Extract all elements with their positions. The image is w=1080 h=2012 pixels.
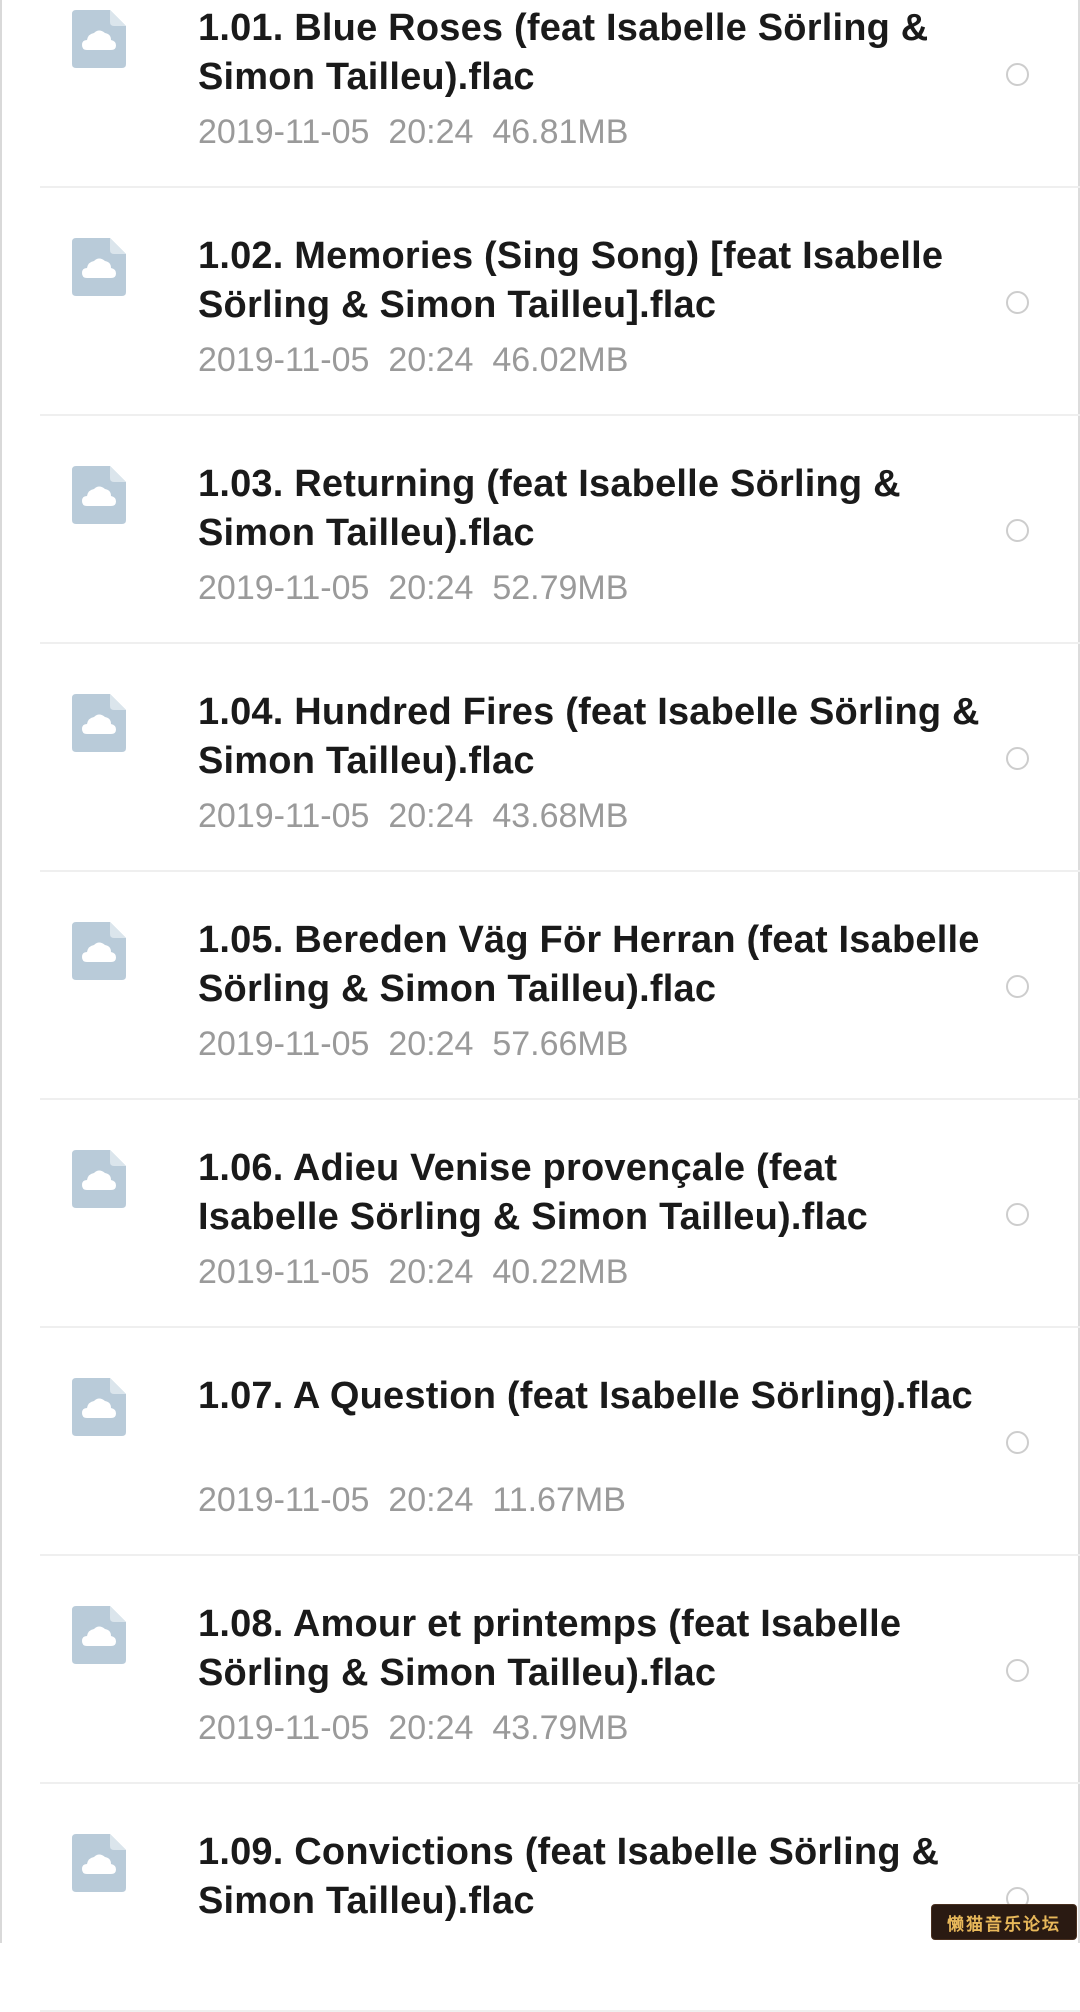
file-name: 1.05. Bereden Väg För Herran (feat Isabe… (198, 919, 980, 1010)
file-date: 2019-11-05 (198, 797, 370, 835)
file-size: 11.67MB (492, 1481, 626, 1519)
cloud-file-icon (72, 1150, 126, 1208)
select-radio-button[interactable] (1006, 291, 1029, 314)
file-size: 46.02MB (492, 341, 629, 379)
file-list-item[interactable]: 1.05. Bereden Väg För Herran (feat Isabe… (0, 872, 1080, 1100)
file-date: 2019-11-05 (198, 1709, 370, 1747)
file-list-item[interactable]: 1.06. Adieu Venise provençale (feat Isab… (0, 1100, 1080, 1328)
file-date: 2019-11-05 (198, 1025, 370, 1063)
file-list: 1.01. Blue Roses (feat Isabelle Sörling … (0, 0, 1080, 2012)
file-meta: 2019-11-05 20:24 11.67MB (198, 1480, 626, 1520)
cloud-file-icon (72, 10, 126, 68)
file-meta: 2019-11-05 20:24 46.81MB (198, 112, 628, 152)
file-size: 43.68MB (492, 797, 629, 835)
file-name: 1.07. A Question (feat Isabelle Sörling)… (198, 1375, 973, 1417)
file-time: 20:24 (388, 1481, 474, 1519)
select-radio-button[interactable] (1006, 1431, 1029, 1454)
cloud-file-icon (72, 238, 126, 296)
file-list-item[interactable]: 1.01. Blue Roses (feat Isabelle Sörling … (0, 0, 1080, 188)
select-radio-button[interactable] (1006, 63, 1029, 86)
file-list-item[interactable]: 1.04. Hundred Fires (feat Isabelle Sörli… (0, 644, 1080, 872)
file-date: 2019-11-05 (198, 341, 370, 379)
file-name: 1.02. Memories (Sing Song) [feat Isabell… (198, 235, 944, 326)
file-size: 57.66MB (492, 1025, 629, 1063)
select-radio-button[interactable] (1006, 519, 1029, 542)
file-list-item[interactable]: 1.03. Returning (feat Isabelle Sörling &… (0, 416, 1080, 644)
select-radio-button[interactable] (1006, 1203, 1029, 1226)
cloud-file-icon (72, 922, 126, 980)
forum-watermark-logo: 懒猫音乐论坛 (931, 1904, 1077, 1940)
file-date: 2019-11-05 (198, 113, 370, 151)
file-name: 1.09. Convictions (feat Isabelle Sörling… (198, 1831, 940, 1922)
file-list-item[interactable]: 1.08. Amour et printemps (feat Isabelle … (0, 1556, 1080, 1784)
cloud-file-icon (72, 694, 126, 752)
cloud-file-icon (72, 1606, 126, 1664)
select-radio-button[interactable] (1006, 1659, 1029, 1682)
file-name: 1.03. Returning (feat Isabelle Sörling &… (198, 463, 901, 554)
file-name: 1.08. Amour et printemps (feat Isabelle … (198, 1603, 902, 1694)
cloud-file-icon (72, 466, 126, 524)
file-size: 40.22MB (492, 1253, 629, 1291)
select-radio-button[interactable] (1006, 747, 1029, 770)
file-meta: 2019-11-05 20:24 43.68MB (198, 796, 628, 836)
file-time: 20:24 (388, 569, 474, 607)
file-meta: 2019-11-05 20:24 40.22MB (198, 1252, 628, 1292)
file-time: 20:24 (388, 1025, 474, 1063)
file-name: 1.04. Hundred Fires (feat Isabelle Sörli… (198, 691, 980, 782)
file-date: 2019-11-05 (198, 1253, 370, 1291)
file-size: 46.81MB (492, 113, 629, 151)
file-date: 2019-11-05 (198, 1481, 370, 1519)
file-meta: 2019-11-05 20:24 43.79MB (198, 1708, 628, 1748)
file-time: 20:24 (388, 797, 474, 835)
select-radio-button[interactable] (1006, 975, 1029, 998)
cloud-file-icon (72, 1378, 126, 1436)
file-time: 20:24 (388, 113, 474, 151)
file-time: 20:24 (388, 1709, 474, 1747)
watermark-text: 懒猫音乐论坛 (947, 1914, 1061, 1935)
file-meta: 2019-11-05 20:24 46.02MB (198, 340, 628, 380)
file-name: 1.06. Adieu Venise provençale (feat Isab… (198, 1147, 868, 1238)
file-meta: 2019-11-05 20:24 57.66MB (198, 1024, 628, 1064)
file-list-item[interactable]: 1.09. Convictions (feat Isabelle Sörling… (0, 1784, 1080, 2012)
file-meta: 2019-11-05 20:24 52.79MB (198, 568, 628, 608)
file-list-item[interactable]: 1.07. A Question (feat Isabelle Sörling)… (0, 1328, 1080, 1556)
file-list-item[interactable]: 1.02. Memories (Sing Song) [feat Isabell… (0, 188, 1080, 416)
file-size: 43.79MB (492, 1709, 629, 1747)
file-time: 20:24 (388, 341, 474, 379)
file-name: 1.01. Blue Roses (feat Isabelle Sörling … (198, 7, 929, 98)
cloud-file-icon (72, 1834, 126, 1892)
file-size: 52.79MB (492, 569, 629, 607)
file-date: 2019-11-05 (198, 569, 370, 607)
file-time: 20:24 (388, 1253, 474, 1291)
